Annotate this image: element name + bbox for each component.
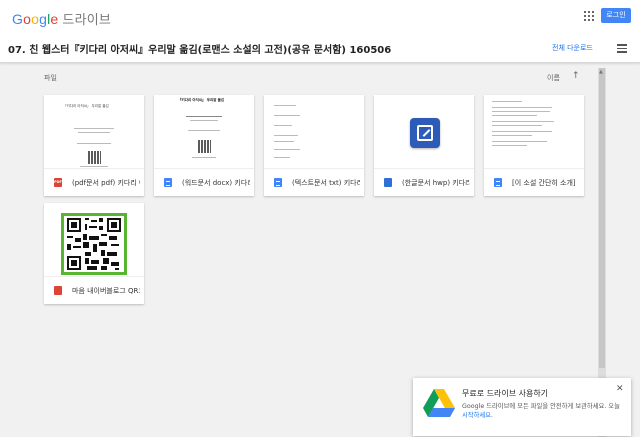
file-name: (워드문서 docx) 키다리 아저씨 [182,179,250,187]
thumbnail-title: 『키다리 아저씨』 우리말 옮김 [63,104,109,108]
download-all-link[interactable]: 전체 다운로드 [552,43,593,53]
image-icon [54,286,62,295]
docs-icon [164,178,172,187]
file-thumbnail [484,95,584,168]
close-icon[interactable]: ✕ [616,384,624,394]
file-card[interactable]: [이 소설 간단히 소개] [484,95,584,196]
arrow-up-icon[interactable]: ↑ [572,71,580,81]
files-section-label: 파일 [44,74,57,82]
file-card[interactable]: 『키다리 아저씨』 우리말 옮김 PDF (pdf문서 pdf) 키다리 아저씨 [44,95,144,196]
login-button[interactable]: 로그인 [601,8,631,23]
file-name: [이 소설 간단히 소개] [512,179,576,187]
folder-title-bar: 07. 친 웹스터『키다리 아저씨』우리말 옮김(로맨스 소설의 고전)(공유 … [0,34,640,63]
file-name: (pdf문서 pdf) 키다리 아저씨 [72,179,140,187]
drive-promo-toast: 무료로 드라이브 사용하기 Google 드라이브에 모든 파일을 안전하게 보… [413,378,631,436]
file-card[interactable]: (한글문서 hwp) 키다리 아저씨 [374,95,474,196]
toast-body-text: Google 드라이브에 모든 파일을 안전하게 보관하세요. 오늘 [462,403,620,410]
toast-title: 무료로 드라이브 사용하기 [462,389,549,398]
file-name: 마음 내이버블로그 QR코드 [72,287,140,295]
logo-letter: o [31,11,40,27]
logo-letter: G [12,11,24,27]
toast-body-suffix: . [490,412,493,419]
hwp-file-large-icon [410,118,440,148]
docs-icon [494,178,502,187]
apps-grid-icon[interactable] [584,11,594,21]
file-card[interactable]: 『키다리 아저씨』 우리말 옮김 (워드문서 docx) 키다리 아저씨 [154,95,254,196]
thumbnail-title: 『키다리 아저씨』 우리말 옮김 [178,98,225,102]
logo-letter: o [23,11,32,27]
folder-title: 07. 친 웹스터『키다리 아저씨』우리말 옮김(로맨스 소설의 고전)(공유 … [8,45,392,56]
top-bar: Google 드라이브 로그인 [0,0,640,34]
logo-letter: g [39,11,48,27]
hwp-icon [384,178,392,187]
logo-letter: e [50,11,59,27]
file-card[interactable]: 마음 내이버블로그 QR코드 [44,203,144,304]
qr-code-image [61,213,127,275]
pdf-icon: PDF [54,178,62,187]
file-thumbnail [44,203,144,276]
file-thumbnail: 『키다리 아저씨』 우리말 옮김 [154,95,254,168]
file-name: (텍스트문서 txt) 키다리 아저씨 [292,179,360,187]
list-view-icon[interactable] [617,44,627,55]
file-card[interactable]: (텍스트문서 txt) 키다리 아저씨 [264,95,364,196]
get-started-link[interactable]: 시작하세요 [462,412,491,419]
scrollbar-thumb[interactable] [599,68,605,368]
google-drive-icon [423,389,455,417]
product-name: 드라이브 [62,13,112,28]
sort-by-name-button[interactable]: 이름 [547,73,560,83]
scroll-up-icon[interactable]: ▲ [599,69,603,75]
file-thumbnail [264,95,364,168]
toast-body: Google 드라이브에 모든 파일을 안전하게 보관하세요. 오늘 시작하세요… [462,402,624,420]
google-drive-logo[interactable]: Google 드라이브 [12,9,111,28]
docs-icon [274,178,282,187]
file-thumbnail [374,95,474,168]
file-name: (한글문서 hwp) 키다리 아저씨 [402,179,470,187]
file-thumbnail: 『키다리 아저씨』 우리말 옮김 [44,95,144,168]
